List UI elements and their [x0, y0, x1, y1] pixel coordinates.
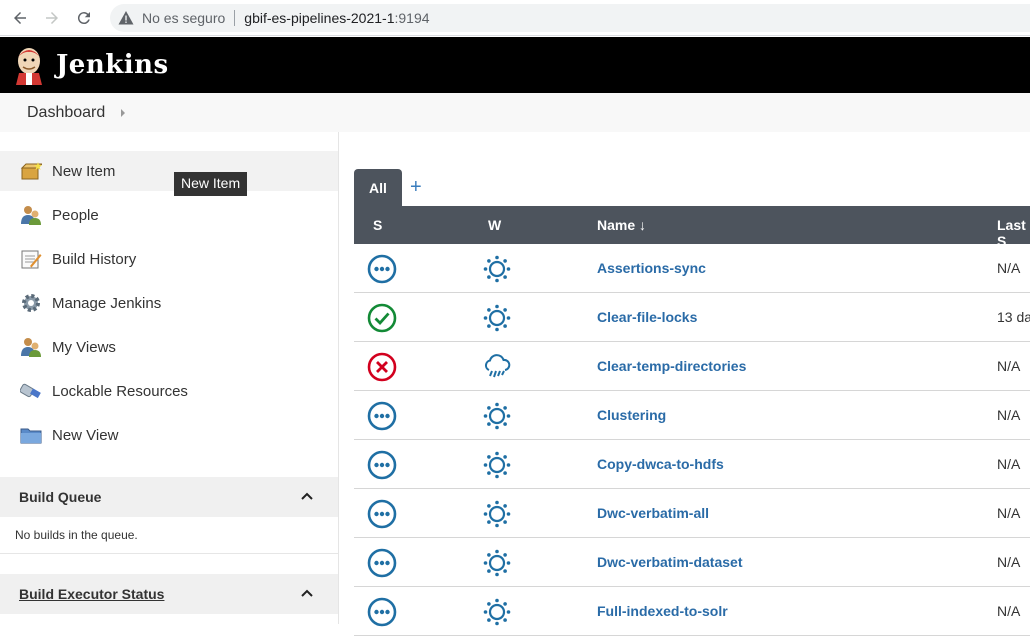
- sunny-weather-icon[interactable]: [482, 548, 512, 578]
- job-name-link[interactable]: Dwc-verbatim-dataset: [597, 554, 743, 570]
- people-icon: [20, 204, 42, 226]
- task-new-view[interactable]: New View: [0, 415, 338, 455]
- table-body: Assertions-sync N/A Clear-file-locks 13 da C…: [354, 244, 1030, 636]
- rain-weather-icon[interactable]: [482, 352, 512, 382]
- people-icon: [20, 336, 42, 358]
- build-executor-header[interactable]: Build Executor Status: [0, 574, 338, 614]
- failed-status-icon[interactable]: [367, 352, 397, 382]
- task-people[interactable]: People: [0, 195, 338, 235]
- new-item-icon: [20, 160, 42, 182]
- sunny-weather-icon[interactable]: [482, 499, 512, 529]
- notepad-icon: [20, 248, 42, 270]
- table-row: Assertions-sync N/A: [354, 244, 1030, 293]
- breadcrumb-dashboard[interactable]: Dashboard: [27, 104, 105, 122]
- url-port: :9194: [394, 10, 430, 26]
- sunny-weather-icon[interactable]: [482, 254, 512, 284]
- task-lockable-resources[interactable]: Lockable Resources: [0, 371, 338, 411]
- jenkins-logo-icon[interactable]: [14, 45, 44, 85]
- folder-icon: [20, 424, 42, 446]
- sunny-weather-icon[interactable]: [482, 450, 512, 480]
- browser-toolbar: No es seguro gbif-es-pipelines-2021-1:91…: [0, 0, 1030, 36]
- build-executor-title[interactable]: Build Executor Status: [19, 586, 164, 602]
- column-weather[interactable]: W: [488, 217, 501, 233]
- not-built-status-icon[interactable]: [367, 548, 397, 578]
- job-name-link[interactable]: Clear-temp-directories: [597, 358, 746, 374]
- reload-icon[interactable]: [68, 2, 100, 34]
- job-name-link[interactable]: Clustering: [597, 407, 666, 423]
- last-success-value: N/A: [997, 505, 1021, 521]
- job-name-link[interactable]: Clear-file-locks: [597, 309, 697, 325]
- table-row: Dwc-verbatim-dataset N/A: [354, 538, 1030, 587]
- table-row: Clear-file-locks 13 da: [354, 293, 1030, 342]
- task-label: New Item: [52, 162, 116, 180]
- task-label: Lockable Resources: [52, 382, 188, 400]
- table-row: Dwc-verbatim-all N/A: [354, 489, 1030, 538]
- security-label: No es seguro: [142, 10, 226, 26]
- forward-icon[interactable]: [36, 2, 68, 34]
- collapse-chevron-icon[interactable]: [300, 491, 314, 501]
- breadcrumb: Dashboard: [0, 93, 1030, 132]
- success-status-icon[interactable]: [367, 303, 397, 333]
- task-label: Build History: [52, 250, 137, 268]
- task-label: New View: [52, 426, 119, 444]
- back-icon[interactable]: [4, 2, 36, 34]
- task-manage-jenkins[interactable]: Manage Jenkins: [0, 283, 338, 323]
- not-built-status-icon[interactable]: [367, 499, 397, 529]
- breadcrumb-arrow-icon[interactable]: [121, 108, 126, 117]
- job-name-link[interactable]: Dwc-verbatim-all: [597, 505, 709, 521]
- table-header: S W Name ↓ Last S: [354, 206, 1030, 249]
- jobs-table: S W Name ↓ Last S Assertions-sync N/A Clea…: [354, 206, 1030, 636]
- jenkins-brand[interactable]: Jenkins: [56, 50, 169, 80]
- usb-icon: [20, 380, 42, 402]
- task-build-history[interactable]: Build History: [0, 239, 338, 279]
- last-success-value: N/A: [997, 456, 1021, 472]
- url-host: gbif-es-pipelines-2021-1: [244, 10, 395, 26]
- last-success-value: 13 da: [997, 309, 1030, 325]
- task-my-views[interactable]: My Views: [0, 327, 338, 367]
- sidebar: New Item People Build History Manage Jen…: [0, 132, 338, 624]
- sunny-weather-icon[interactable]: [482, 597, 512, 627]
- tab-all[interactable]: All: [354, 169, 402, 206]
- job-name-link[interactable]: Assertions-sync: [597, 260, 706, 276]
- task-new-item[interactable]: New Item: [0, 151, 338, 191]
- task-label: My Views: [52, 338, 116, 356]
- collapse-chevron-icon[interactable]: [300, 588, 314, 598]
- sidebar-divider: [338, 132, 339, 624]
- job-name-link[interactable]: Full-indexed-to-solr: [597, 603, 728, 619]
- column-name[interactable]: Name ↓: [597, 217, 646, 233]
- column-status[interactable]: S: [373, 217, 382, 233]
- build-queue-title[interactable]: Build Queue: [19, 489, 101, 505]
- last-success-value: N/A: [997, 603, 1021, 619]
- task-label: Manage Jenkins: [52, 294, 162, 312]
- table-row: Clear-temp-directories N/A: [354, 342, 1030, 391]
- add-view-button[interactable]: +: [410, 176, 422, 199]
- build-queue-empty: No builds in the queue.: [15, 528, 138, 542]
- table-row: Full-indexed-to-solr N/A: [354, 587, 1030, 636]
- not-built-status-icon[interactable]: [367, 597, 397, 627]
- sunny-weather-icon[interactable]: [482, 303, 512, 333]
- last-success-value: N/A: [997, 260, 1021, 276]
- not-built-status-icon[interactable]: [367, 450, 397, 480]
- omnibox-separator: [234, 10, 236, 26]
- last-success-value: N/A: [997, 358, 1021, 374]
- job-name-link[interactable]: Copy-dwca-to-hdfs: [597, 456, 724, 472]
- warning-icon: [118, 11, 134, 25]
- build-queue-header[interactable]: Build Queue: [0, 477, 338, 517]
- last-success-value: N/A: [997, 554, 1021, 570]
- gear-icon: [20, 292, 42, 314]
- tooltip: New Item: [174, 172, 248, 196]
- not-built-status-icon[interactable]: [367, 254, 397, 284]
- sunny-weather-icon[interactable]: [482, 401, 512, 431]
- task-label: People: [52, 206, 99, 224]
- not-built-status-icon[interactable]: [367, 401, 397, 431]
- jenkins-header: Jenkins: [0, 37, 1030, 93]
- address-bar[interactable]: No es seguro gbif-es-pipelines-2021-1:91…: [110, 4, 1030, 32]
- table-row: Clustering N/A: [354, 391, 1030, 440]
- table-row: Copy-dwca-to-hdfs N/A: [354, 440, 1030, 489]
- pane-divider: [0, 553, 338, 554]
- last-success-value: N/A: [997, 407, 1021, 423]
